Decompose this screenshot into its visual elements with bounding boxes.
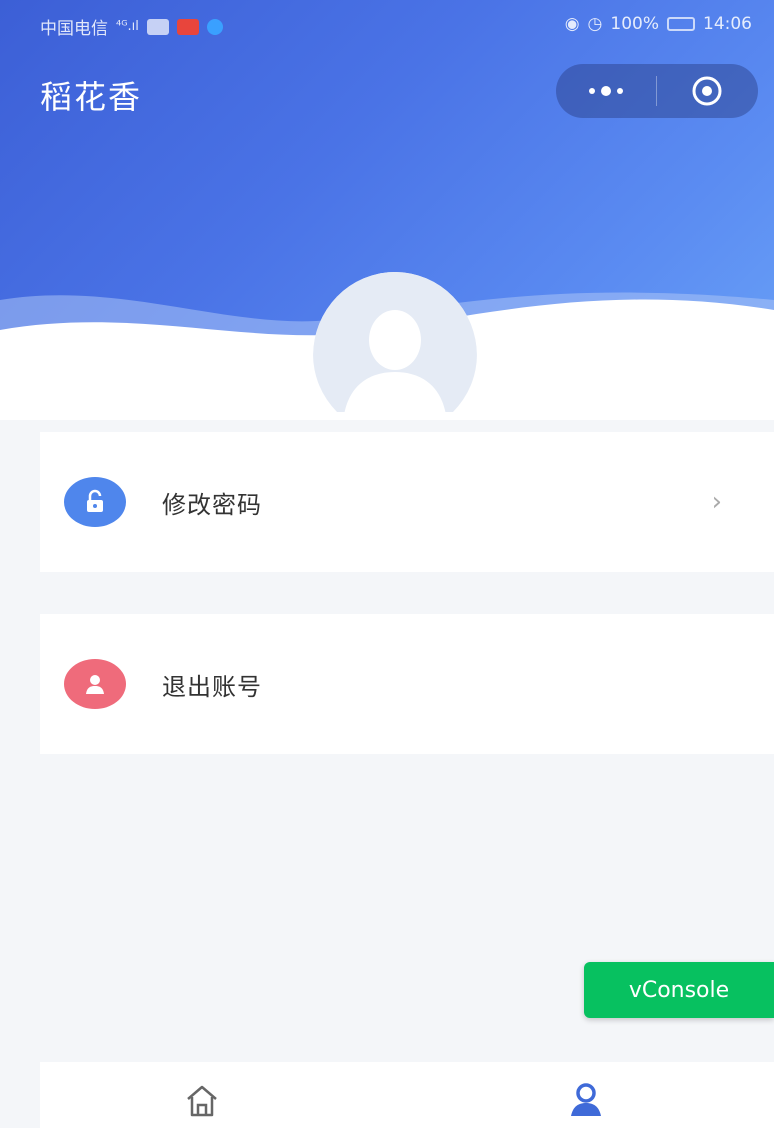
user-icon xyxy=(64,659,126,709)
mail-icon xyxy=(146,18,169,35)
tab-home[interactable] xyxy=(172,1074,232,1128)
vconsole-button[interactable]: vConsole xyxy=(584,962,774,1018)
status-bar: 中国电信 ⁴ᴳ.ıl ◉ ◷ 100% 14:06 xyxy=(0,0,774,52)
menu-item-logout[interactable]: 退出账号 xyxy=(40,614,774,754)
mini-program-capsule xyxy=(556,64,758,118)
target-circle-icon-svg xyxy=(692,76,722,106)
unlock-icon xyxy=(64,477,126,527)
bottom-tabbar xyxy=(40,1062,774,1128)
video-app-icon xyxy=(176,18,199,35)
chevron-right-icon: › xyxy=(711,487,722,517)
signal-icon: ⁴ᴳ.ıl xyxy=(116,19,139,34)
page-title: 稻花香 xyxy=(40,78,143,116)
tab-profile[interactable] xyxy=(556,1074,616,1128)
more-dots-icon[interactable] xyxy=(556,64,656,118)
alarm-icon: ◷ xyxy=(587,14,603,34)
profile-icon xyxy=(571,1083,601,1116)
battery-icon xyxy=(667,17,695,31)
home-icon xyxy=(187,1085,217,1117)
target-circle-icon[interactable] xyxy=(657,64,757,118)
eye-icon: ◉ xyxy=(564,14,580,34)
more-dots-icon-svg xyxy=(589,86,623,96)
menu-item-label: 修改密码 xyxy=(162,490,262,519)
carrier-text: 中国电信 xyxy=(40,19,108,39)
menu-item-change-password[interactable]: 修改密码 › xyxy=(40,432,774,572)
profile-header: 中国电信 ⁴ᴳ.ıl ◉ ◷ 100% 14:06 稻花香 xyxy=(0,0,774,420)
battery-percent: 100% xyxy=(610,14,659,34)
menu-item-label: 退出账号 xyxy=(162,672,262,701)
chat-app-icon xyxy=(206,18,223,35)
clock-time: 14:06 xyxy=(703,14,752,34)
